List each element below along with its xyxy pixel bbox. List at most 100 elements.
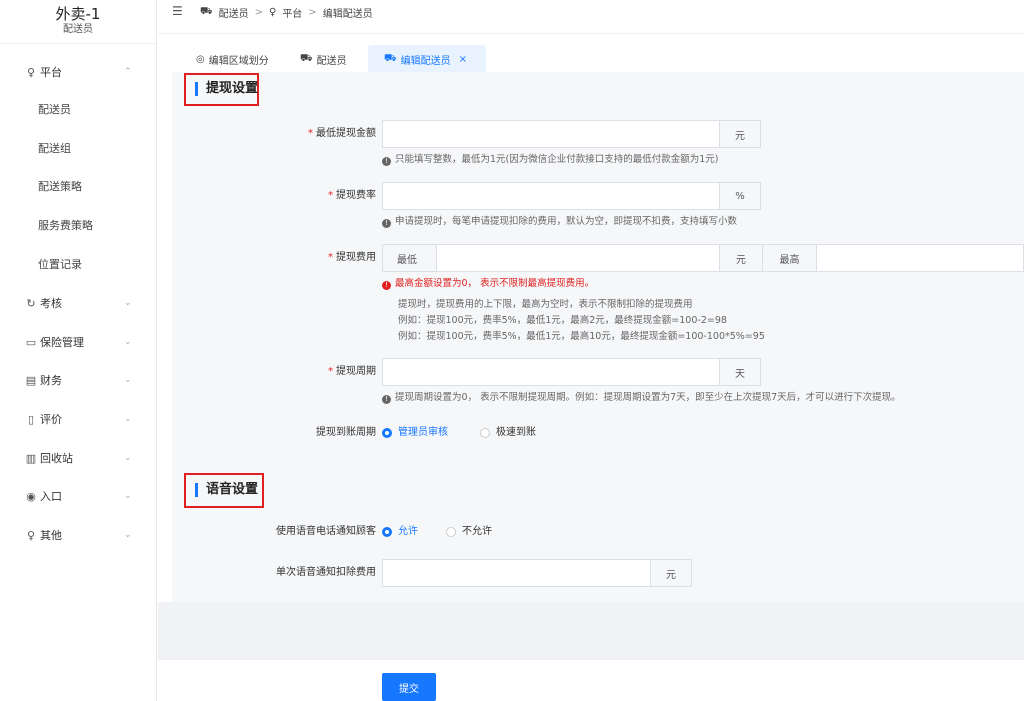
chevron-down-icon: ⌄ <box>124 337 132 347</box>
fee-rate-input[interactable] <box>382 182 720 210</box>
voice-fee-input[interactable] <box>382 559 651 587</box>
chevron-down-icon: ⌄ <box>124 414 132 424</box>
chevron-down-icon: ⌄ <box>124 530 132 540</box>
radio-allow[interactable]: 允许 <box>382 525 418 539</box>
info-icon: ! <box>382 219 391 228</box>
section-title-withdraw: 提现设置 <box>195 82 258 96</box>
brand: 外卖-1 配送员 <box>0 0 156 44</box>
radio-admin-review[interactable]: 管理员审核 <box>382 426 448 440</box>
min-amount-input[interactable] <box>382 120 720 148</box>
min-amount-label: * 最低提现金额 <box>308 128 376 139</box>
truck-icon: ⛟ <box>300 52 313 64</box>
tab-label: 编辑区域划分 <box>208 55 269 67</box>
people-icon: ♀ <box>268 7 277 18</box>
fee-rate-label: * 提现费率 <box>328 190 376 201</box>
voice-fee-label: 单次语音通知扣除费用 <box>276 567 376 578</box>
sidebar-group-entry[interactable]: ◉ 入口 ⌄ <box>0 487 157 507</box>
error-icon: ! <box>382 281 391 290</box>
radio-disallow[interactable]: 不允许 <box>446 525 492 539</box>
sidebar-group-assessment[interactable]: ↻ 考核 ⌄ <box>0 294 157 314</box>
max-prefix: 最高 <box>762 244 817 272</box>
percent-suffix: % <box>719 182 761 210</box>
breadcrumb-separator: > <box>254 7 263 18</box>
fee-error: ! 最高金额设置为0， 表示不限制最高提现费用。 <box>382 277 594 290</box>
voice-notify-label: 使用语音电话通知顾客 <box>276 526 376 537</box>
menu-fold-icon[interactable]: ☰ <box>172 4 183 18</box>
sidebar-group-review[interactable]: ▯ 评价 ⌄ <box>0 410 157 430</box>
user-icon: ♀ <box>26 529 36 542</box>
sidebar-item-service-fee-strategy[interactable]: 服务费策略 <box>38 219 93 233</box>
min-prefix: 最低 <box>382 244 437 272</box>
sidebar-group-recycle-bin[interactable]: ▥ 回收站 ⌄ <box>0 449 157 469</box>
sidebar-group-label: 平台 <box>40 66 62 79</box>
sidebar-group-other[interactable]: ♀ 其他 ⌄ <box>0 526 157 546</box>
close-icon[interactable]: × <box>459 54 467 65</box>
chevron-down-icon: ⌄ <box>124 298 132 308</box>
fee-max-input[interactable] <box>816 244 1024 272</box>
truck-icon: ⛟ <box>384 52 397 64</box>
breadcrumb-separator: > <box>308 7 317 18</box>
yuan-suffix: 元 <box>719 244 763 272</box>
period-label: * 提现周期 <box>328 366 376 377</box>
tab-edit-region[interactable]: ◎ 编辑区域划分 <box>196 45 269 73</box>
sidebar-group-finance[interactable]: ▤ 财务 ⌄ <box>0 371 157 391</box>
sidebar-group-label: 考核 <box>40 297 62 310</box>
tab-courier[interactable]: ⛟ 配送员 <box>300 45 347 73</box>
period-input[interactable] <box>382 358 720 386</box>
location-icon: ◎ <box>196 53 205 65</box>
fee-example: 例如：提现100元，费率5%，最低1元，最高2元，最终提现金额=100-2=98 <box>398 315 727 326</box>
chevron-up-icon: ⌃ <box>124 67 132 77</box>
sidebar-group-label: 保险管理 <box>40 336 84 349</box>
sidebar-group-label: 入口 <box>40 490 62 503</box>
trash-icon: ▥ <box>25 452 37 465</box>
submit-button[interactable]: 提交 <box>382 673 436 701</box>
sidebar-group-label: 其他 <box>40 529 62 542</box>
radio-instant-arrival[interactable]: 极速到账 <box>480 426 536 440</box>
chevron-down-icon: ⌄ <box>124 491 132 501</box>
section-title-voice: 语音设置 <box>195 483 258 497</box>
fee-min-input[interactable] <box>436 244 720 272</box>
min-amount-hint: ! 只能填写整数，最低为1元(因为微信企业付款接口支持的最低付款金额为1元) <box>382 153 719 166</box>
fee-example: 例如：提现100元，费率5%，最低1元，最高10元，最终提现金额=100-100… <box>398 331 765 342</box>
form-footer <box>172 660 1024 701</box>
breadcrumb-item: 编辑配送员 <box>322 9 373 20</box>
info-icon: ! <box>382 395 391 404</box>
sync-icon: ↻ <box>26 297 36 310</box>
breadcrumb-item[interactable]: 配送员 <box>219 5 249 20</box>
sidebar-group-label: 财务 <box>40 374 62 387</box>
sidebar-group-label: 评价 <box>40 413 62 426</box>
brand-title: 外卖-1 <box>55 5 101 23</box>
fee-rate-hint: ! 申请提现时，每笔申请提现扣除的费用，默认为空，即提现不扣费，支持填写小数 <box>382 215 737 228</box>
topbar: ☰ ⛟ 配送员 > ♀ 平台 > 编辑配送员 <box>158 0 1024 34</box>
fee-label: * 提现费用 <box>328 252 376 263</box>
sidebar-item-courier-group[interactable]: 配送组 <box>38 142 71 156</box>
sidebar-item-location-log[interactable]: 位置记录 <box>38 258 82 272</box>
info-icon: ! <box>382 157 391 166</box>
sidebar: 外卖-1 配送员 ♀ 平台 ⌃ 配送员 配送组 配送策略 服务费策略 位置记录 … <box>0 0 157 701</box>
monitor-icon: ▭ <box>25 336 37 349</box>
sidebar-group-platform[interactable]: ♀ 平台 ⌃ <box>0 63 157 83</box>
chevron-down-icon: ⌄ <box>124 453 132 463</box>
tab-label: 编辑配送员 <box>400 55 451 67</box>
tab-label: 配送员 <box>316 55 347 67</box>
sidebar-group-insurance[interactable]: ▭ 保险管理 ⌄ <box>0 333 157 353</box>
sidebar-group-label: 回收站 <box>40 452 73 465</box>
day-suffix: 天 <box>719 358 761 386</box>
yuan-suffix: 元 <box>650 559 692 587</box>
chevron-down-icon: ⌄ <box>124 375 132 385</box>
document-icon: ▯ <box>27 413 35 426</box>
breadcrumb: ⛟ 配送员 > ♀ 平台 > 编辑配送员 <box>200 5 373 20</box>
arrival-label: 提现到账周期 <box>316 427 376 438</box>
brand-subtitle: 配送员 <box>63 24 93 35</box>
people-icon: ♀ <box>26 66 36 79</box>
yuan-suffix: 元 <box>719 120 761 148</box>
spacer <box>158 602 1024 660</box>
sidebar-item-delivery-strategy[interactable]: 配送策略 <box>38 180 82 194</box>
sidebar-item-courier[interactable]: 配送员 <box>38 103 71 117</box>
period-hint: ! 提现周期设置为0， 表示不限制提现周期。例如：提现周期设置为7天，即至少在上次… <box>382 391 901 404</box>
target-icon: ◉ <box>26 490 36 503</box>
tab-edit-courier[interactable]: ⛟ 编辑配送员 × <box>368 45 486 73</box>
breadcrumb-item[interactable]: 平台 <box>282 5 302 20</box>
tab-bar: ◎ 编辑区域划分 ⛟ 配送员 ⛟ 编辑配送员 × <box>172 40 1024 73</box>
ledger-icon: ▤ <box>25 374 37 387</box>
